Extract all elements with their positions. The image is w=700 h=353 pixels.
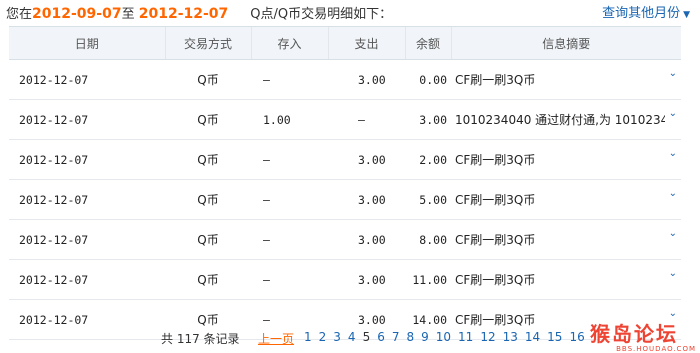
column-header: 交易方式 [164,26,251,60]
table-row: 2012-12-07 Q币 —3.00 2.00 CF刷一刷3Q币 ⌄ [9,139,681,180]
expand-chevron-icon[interactable]: ⌄ [669,68,677,79]
page-link[interactable]: 5 [363,330,371,344]
type-cell: Q币 [165,59,251,100]
caret-down-icon: ▼ [683,10,690,20]
prev-page-link[interactable]: 上一页 [258,330,294,347]
info-cell: CF刷一刷3Q币 ⌄ [451,179,681,220]
date-cell: 2012-12-07 [9,139,165,180]
date-range-text: 您在2012-09-07至 2012-12-07 Q点/Q币交易明细如下： [6,3,392,22]
spend-cell: — [328,99,405,140]
page-link[interactable]: 11 [458,330,473,344]
balance-cell: 11.00 [405,259,451,300]
info-summary: CF刷一刷3Q币 [455,193,536,207]
type-cell: Q币 [165,99,251,140]
deposit-cell: — [251,139,328,180]
page-link[interactable]: 16 [569,330,584,344]
info-cell: CF刷一刷3Q币 ⌄ [451,259,681,300]
expand-chevron-icon[interactable]: ⌄ [669,108,677,119]
info-summary: CF刷一刷3Q币 [455,153,536,167]
start-date: 2012-09-07 [32,6,122,22]
page-link[interactable]: 8 [406,330,414,344]
info-summary: 1010234040 通过财付通,为 1010234040 [455,113,665,127]
info-cell: CF刷一刷3Q币 ⌄ [451,139,681,180]
type-cell: Q币 [165,219,251,260]
column-header: 支出 [327,26,405,60]
query-other-months-link[interactable]: 查询其他月份 ▼ [602,2,690,21]
page-link[interactable]: 10 [436,330,451,344]
query-other-months-label[interactable]: 查询其他月份 [602,6,680,21]
column-header: 日期 [9,26,165,60]
table-row: 2012-12-07 Q币 —3.00 5.00 CF刷一刷3Q币 ⌄ [9,179,681,220]
spend-cell: 3.00 [328,139,405,180]
expand-chevron-icon[interactable]: ⌄ [669,268,677,279]
page-link[interactable]: 15 [547,330,562,344]
type-cell: Q币 [165,259,251,300]
range-to: 至 [121,7,135,22]
transaction-table: 日期 交易方式 存入 支出 余额 信息摘要 2012-12-07 Q币 —3.00 0.00 CF… [9,26,681,340]
page-link[interactable]: 9 [421,330,429,344]
balance-cell: 3.00 [405,99,451,140]
spend-cell: 3.00 [328,59,405,100]
info-cell: CF刷一刷3Q币 ⌄ [451,219,681,260]
deposit-cell: — [251,219,328,260]
spend-cell: 3.00 [328,179,405,220]
page-link[interactable]: 1 [304,330,312,344]
range-prefix: 您在 [6,7,33,22]
page-link[interactable]: 7 [392,330,400,344]
deposit-cell: 1.00 [251,99,328,140]
deposit-cell: — [251,179,328,220]
deposit-cell: — [251,59,328,100]
range-suffix: Q点/Q币交易明细如下： [250,7,393,22]
query-summary-bar: 您在2012-09-07至 2012-12-07 Q点/Q币交易明细如下： 查询其… [6,0,696,22]
date-cell: 2012-12-07 [9,99,165,140]
spend-cell: 3.00 [328,219,405,260]
table-row: 2012-12-07 Q币 —3.00 0.00 CF刷一刷3Q币 ⌄ [9,59,681,100]
balance-cell: 0.00 [405,59,451,100]
column-header: 存入 [250,26,328,60]
type-cell: Q币 [165,179,251,220]
balance-cell: 5.00 [405,179,451,220]
page-link[interactable]: 13 [503,330,518,344]
deposit-cell: — [251,259,328,300]
page-link[interactable]: 4 [348,330,356,344]
watermark-logo: 猴岛论坛 [590,322,678,346]
date-cell: 2012-12-07 [9,219,165,260]
type-cell: Q币 [165,139,251,180]
balance-cell: 8.00 [405,219,451,260]
site-watermark: 猴岛论坛 BBS.HOUDAO.COM [590,318,696,353]
spend-cell: 3.00 [328,259,405,300]
date-cell: 2012-12-07 [9,259,165,300]
date-cell: 2012-12-07 [9,179,165,220]
page-link[interactable]: 3 [333,330,341,344]
page-number-list: 1 2 3 4 5 6 7 8 9 10 11 12 13 14 15 16 [304,330,592,344]
table-header-row: 日期 交易方式 存入 支出 余额 信息摘要 [9,26,681,60]
expand-chevron-icon[interactable]: ⌄ [669,188,677,199]
end-date: 2012-12-07 [138,6,229,22]
table-row: 2012-12-07 Q币 —3.00 8.00 CF刷一刷3Q币 ⌄ [9,219,681,260]
table-row: 2012-12-07 Q币 —3.00 11.00 CF刷一刷3Q币 ⌄ [9,259,681,300]
table-row: 2012-12-07 Q币 1.00—3.00 1010234040 通过财付通,为 … [9,99,681,140]
expand-chevron-icon[interactable]: ⌄ [669,148,677,159]
column-header: 信息摘要 [450,26,681,60]
total-records: 共 117 条记录 [161,332,240,346]
info-summary: CF刷一刷3Q币 [455,233,536,247]
info-cell: CF刷一刷3Q币 ⌄ [451,59,681,100]
expand-chevron-icon[interactable]: ⌄ [669,228,677,239]
column-header: 余额 [404,26,451,60]
page-link[interactable]: 2 [319,330,327,344]
info-cell: 1010234040 通过财付通,为 1010234040 ⌄ [451,99,681,140]
page-link[interactable]: 12 [480,330,495,344]
page-link[interactable]: 14 [525,330,540,344]
page-link[interactable]: 6 [377,330,385,344]
balance-cell: 2.00 [405,139,451,180]
info-summary: CF刷一刷3Q币 [455,273,536,287]
date-cell: 2012-12-07 [9,59,165,100]
info-summary: CF刷一刷3Q币 [455,73,536,87]
